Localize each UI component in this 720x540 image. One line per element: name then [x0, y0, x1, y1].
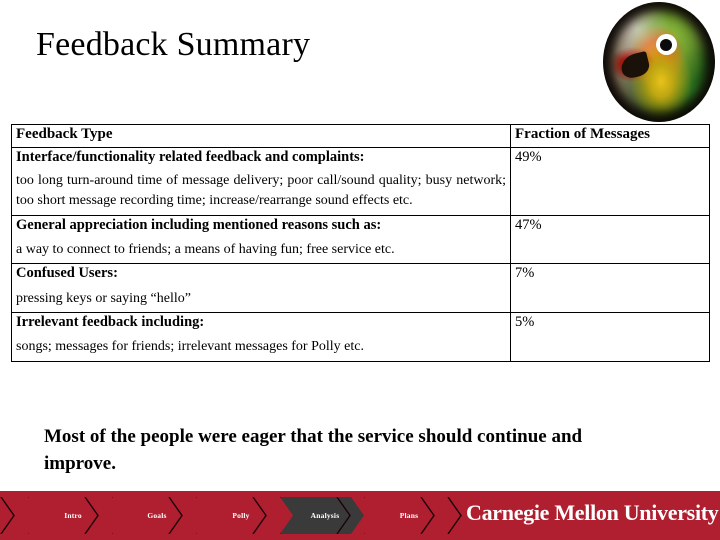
- fraction-cell: 5%: [510, 312, 710, 362]
- column-header-fraction: Fraction of Messages: [510, 124, 710, 148]
- fraction-cell: 7%: [510, 263, 710, 314]
- section-nav: Intro Goals Polly Analysis Plans: [0, 497, 448, 534]
- table-row: Interface/functionality related feedback…: [11, 146, 710, 216]
- feedback-category-detail: a way to connect to friends; a means of …: [16, 242, 395, 258]
- column-header-feedback-type: Feedback Type: [11, 124, 511, 148]
- cmu-wordmark: Carnegie Mellon University: [466, 500, 719, 525]
- fraction-value: 5%: [515, 314, 535, 331]
- feedback-category-detail: too long turn-around time of message del…: [16, 173, 506, 209]
- feedback-type-cell: Interface/functionality related feedback…: [11, 146, 511, 216]
- nav-lead-chevron: [0, 497, 28, 534]
- feedback-category-title: Irrelevant feedback including:: [16, 314, 205, 331]
- nav-item-label: Plans: [399, 511, 419, 520]
- fraction-cell: 47%: [510, 214, 710, 265]
- column-header-fraction-label: Fraction of Messages: [515, 126, 650, 142]
- feedback-category-detail: pressing keys or saying “hello”: [16, 290, 191, 306]
- table-row: General appreciation including mentioned…: [11, 214, 710, 265]
- nav-item-label: Goals: [147, 511, 167, 520]
- feedback-category-detail: songs; messages for friends; irrelevant …: [16, 339, 364, 355]
- fraction-cell: 49%: [510, 146, 710, 216]
- photo-vignette: [603, 2, 715, 122]
- sidebar-item-intro[interactable]: Intro: [28, 497, 112, 534]
- feedback-summary-table: Feedback Type Fraction of Messages Inter…: [11, 124, 710, 362]
- table-header-row: Feedback Type Fraction of Messages: [11, 124, 710, 148]
- chevron-right-icon: [447, 497, 462, 534]
- sidebar-item-goals[interactable]: Goals: [112, 497, 196, 534]
- table-row: Confused Users: pressing keys or saying …: [11, 263, 710, 314]
- nav-item-label: Intro: [64, 511, 82, 520]
- table-row: Irrelevant feedback including: songs; me…: [11, 312, 710, 362]
- sidebar-item-polly[interactable]: Polly: [196, 497, 280, 534]
- feedback-type-cell: Confused Users: pressing keys or saying …: [11, 263, 511, 314]
- fraction-value: 49%: [515, 148, 542, 165]
- feedback-category-title: Interface/functionality related feedback…: [16, 148, 365, 165]
- footer-bar: Intro Goals Polly Analysis Plans Carnegi…: [0, 491, 720, 540]
- feedback-type-cell: General appreciation including mentioned…: [11, 214, 511, 265]
- fraction-value: 7%: [515, 265, 535, 282]
- sidebar-item-analysis[interactable]: Analysis: [280, 497, 364, 534]
- column-header-feedback-type-label: Feedback Type: [16, 126, 113, 142]
- chevron-outline: [0, 497, 28, 534]
- feedback-type-cell: Irrelevant feedback including: songs; me…: [11, 312, 511, 362]
- closing-statement: Most of the people were eager that the s…: [44, 426, 583, 474]
- page-title: Feedback Summary: [36, 26, 311, 63]
- parrot-photo: [603, 2, 715, 122]
- sidebar-item-plans[interactable]: Plans: [364, 497, 448, 534]
- nav-item-label: Polly: [232, 511, 250, 520]
- nav-item-label: Analysis: [310, 511, 340, 520]
- feedback-category-title: Confused Users:: [16, 265, 118, 282]
- fraction-value: 47%: [515, 216, 542, 233]
- feedback-category-title: General appreciation including mentioned…: [16, 216, 382, 233]
